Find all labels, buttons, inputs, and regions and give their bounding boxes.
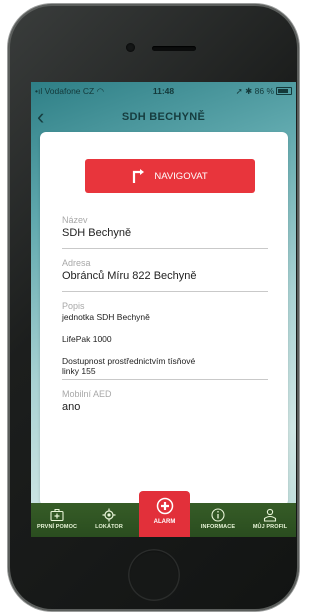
- mobile-aed-label: Mobilní AED: [62, 389, 112, 399]
- mobile-aed-field: Mobilní AED ano: [62, 389, 268, 422]
- tab-alarm[interactable]: ALARM: [139, 491, 190, 537]
- locator-icon: [102, 508, 116, 522]
- tab-label: INFORMACE: [200, 524, 236, 530]
- first-aid-kit-icon: [50, 509, 64, 522]
- bluetooth-icon: ✱: [245, 86, 253, 96]
- profile-icon: [263, 508, 277, 522]
- earpiece-speaker: [152, 46, 196, 51]
- tab-label: PRVNÍ POMOC: [36, 524, 78, 530]
- mobile-aed-value: ano: [62, 401, 81, 413]
- status-bar: •ıl Vodafone CZ ◠ 11:48 ➚ ✱ 86 %: [31, 82, 296, 102]
- alarm-plus-icon: [156, 497, 173, 515]
- name-value: SDH Bechyně: [62, 227, 132, 239]
- navigate-button[interactable]: NAVIGOVAT: [85, 159, 255, 193]
- page-title: SDH BECHYNĚ: [121, 111, 206, 123]
- name-label: Název: [62, 215, 88, 225]
- tab-information[interactable]: INFORMACE: [192, 503, 244, 537]
- detail-card: NAVIGOVAT Název SDH Bechyně Adresa Obrán…: [40, 132, 288, 506]
- front-camera: [126, 43, 135, 52]
- navigate-button-label: NAVIGOVAT: [154, 170, 208, 182]
- description-line: LifePak 1000: [62, 334, 112, 344]
- description-label: Popis: [62, 301, 85, 311]
- tab-first-aid[interactable]: PRVNÍ POMOC: [31, 503, 83, 537]
- home-button[interactable]: [128, 549, 180, 601]
- battery-icon: [276, 87, 292, 95]
- description-line: jednotka SDH Bechyně: [62, 312, 150, 322]
- address-field: Adresa Obránců Míru 822 Bechyně: [62, 258, 268, 292]
- tab-label: LOKÁTOR: [95, 524, 123, 530]
- tab-label: ALARM: [153, 519, 176, 525]
- tab-my-profile[interactable]: MŮJ PROFIL: [244, 503, 296, 537]
- description-line: Dostupnost prostřednictvím tísňové linky…: [62, 356, 196, 376]
- turn-arrow-icon: [133, 169, 145, 183]
- name-field: Název SDH Bechyně: [62, 215, 268, 249]
- nav-bar: ‹ SDH BECHYNĚ: [31, 102, 296, 136]
- status-right: ➚ ✱ 86 %: [236, 86, 274, 97]
- tab-label: MŮJ PROFIL: [252, 524, 288, 530]
- tab-locator[interactable]: LOKÁTOR: [83, 503, 135, 537]
- app-screen: •ıl Vodafone CZ ◠ 11:48 ➚ ✱ 86 % ‹ SDH B…: [31, 82, 296, 537]
- location-icon: ➚: [235, 86, 243, 96]
- battery-percent: 86 %: [254, 86, 274, 96]
- address-value: Obránců Míru 822 Bechyně: [62, 270, 197, 282]
- address-label: Adresa: [62, 258, 91, 268]
- info-icon: [211, 508, 225, 522]
- description-field: Popis jednotka SDH Bechyně LifePak 1000 …: [62, 301, 268, 380]
- tab-bar: PRVNÍ POMOC LOKÁTOR ALARM INFORMACE MŮJ …: [31, 491, 296, 537]
